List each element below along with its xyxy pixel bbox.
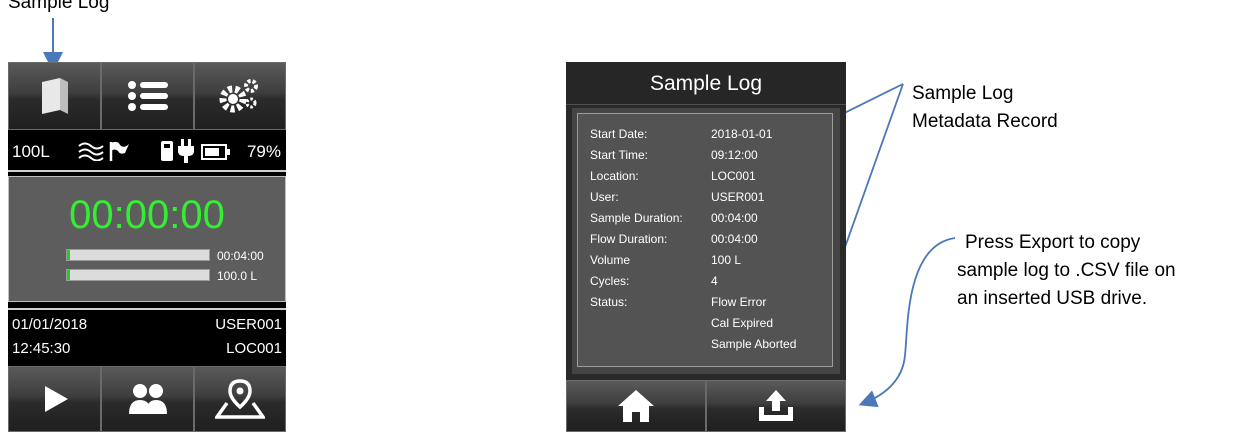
volume-progress-bar (66, 269, 210, 281)
screen-title: Sample Log (649, 72, 763, 95)
duration-progress-bar (66, 249, 210, 261)
date-text: 01/01/2018 (12, 316, 88, 333)
elapsed-timer: 00:00:00 (69, 193, 225, 237)
gears-icon (219, 79, 258, 113)
log-row: Cycles: 4 (590, 274, 830, 290)
volume-setting: 100L (12, 142, 50, 161)
sample-log-button[interactable] (8, 62, 101, 130)
log-key: Status: (590, 295, 628, 309)
log-value: 4 (711, 274, 718, 288)
status-extra: Sample Aborted (711, 337, 797, 351)
battery-percent: 79% (246, 142, 281, 161)
volume-progress-fill (67, 270, 70, 280)
log-value: 00:04:00 (711, 211, 758, 225)
sample-log-label: Sample Log (8, 0, 110, 13)
log-value: 00:04:00 (711, 232, 758, 246)
export-callout: Press Export to copy sample log to .CSV … (957, 229, 1176, 313)
export-arrow (858, 237, 956, 408)
log-row: Flow Duration: 00:04:00 (590, 232, 830, 248)
users-icon (128, 384, 167, 414)
time-text: 12:45:30 (12, 340, 71, 357)
sample-log-header: Sample Log (566, 62, 846, 105)
log-record-panel: Start Date: 2018-01-01 Start Time: 09:12:0… (572, 108, 840, 374)
menu-list-button[interactable] (101, 62, 194, 130)
export-upload-icon (759, 390, 793, 421)
log-record-box: Start Date: 2018-01-01 Start Time: 09:12:0… (577, 113, 833, 367)
status-extra: Cal Expired (711, 316, 774, 330)
log-key: User: (590, 190, 619, 204)
log-key: Flow Duration: (590, 232, 668, 246)
plug-icon (178, 139, 194, 163)
metadata-callout: Sample Log Metadata Record (912, 80, 1058, 136)
duration-target: 00:04:00 (217, 249, 264, 263)
callout-line: Sample Log (912, 83, 1014, 104)
log-row: Volume 100 L (590, 253, 830, 269)
log-row: Start Date: 2018-01-01 (590, 127, 830, 143)
log-value: 09:12:00 (711, 148, 758, 162)
log-value: USER001 (711, 190, 765, 204)
flow-wave-icon (78, 142, 104, 161)
log-key: Start Date: (590, 127, 648, 141)
callout-line: Press Export to copy (965, 232, 1141, 253)
usb-icon (161, 141, 173, 161)
info-panel: 01/01/2018 USER001 12:45:30 LOC001 (8, 308, 286, 366)
users-button[interactable] (101, 366, 194, 432)
duration-progress-fill (67, 250, 70, 260)
log-row: Location: LOC001 (590, 169, 830, 185)
book-icon (41, 78, 68, 114)
settings-button[interactable] (194, 62, 286, 130)
user-text: USER001 (215, 316, 282, 333)
main-screen-device: 100L 79% 00:00:00 00:04:00 100.0 L 01/01… (8, 62, 286, 432)
sample-log-device: Sample Log Start Date: 2018-01-01 Start T… (566, 62, 846, 432)
log-row: Sample Duration: 00:04:00 (590, 211, 830, 227)
play-icon (44, 386, 68, 412)
log-row: Start Time: 09:12:00 (590, 148, 830, 164)
location-map-icon (215, 379, 265, 419)
log-key: Start Time: (590, 148, 649, 162)
export-button[interactable] (706, 380, 846, 432)
battery-icon (201, 144, 230, 160)
home-icon (618, 390, 654, 422)
log-value: Flow Error (711, 295, 767, 309)
run-panel: 00:00:00 00:04:00 100.0 L (8, 176, 286, 302)
volume-target: 100.0 L (217, 269, 258, 283)
log-row: User: USER001 (590, 190, 830, 206)
log-key: Sample Duration: (590, 211, 683, 225)
log-key: Volume (590, 253, 631, 267)
log-key: Location: (590, 169, 639, 183)
location-text: LOC001 (226, 340, 282, 357)
callout-line: Metadata Record (912, 111, 1058, 132)
log-value: 2018-01-01 (711, 127, 773, 141)
log-row: Status: Flow Error (590, 295, 830, 311)
start-button[interactable] (8, 366, 101, 432)
log-key: Cycles: (590, 274, 630, 288)
log-value: LOC001 (711, 169, 756, 183)
location-button[interactable] (194, 366, 286, 432)
home-button[interactable] (566, 380, 706, 432)
callout-line: an inserted USB drive. (957, 288, 1148, 309)
callout-line: sample log to .CSV file on (957, 260, 1176, 281)
list-icon (127, 81, 168, 111)
flag-icon (109, 141, 129, 161)
log-value: 100 L (711, 253, 742, 267)
status-bar: 100L 79% (8, 132, 286, 172)
